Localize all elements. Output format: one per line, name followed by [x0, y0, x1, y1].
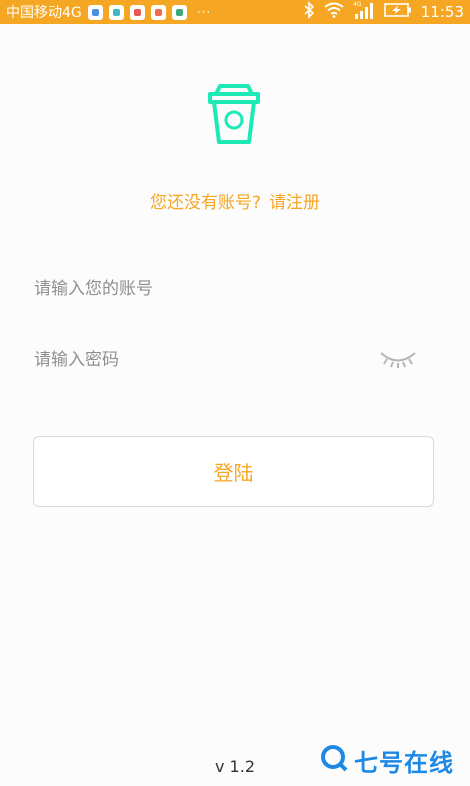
wifi-icon	[324, 2, 344, 22]
clock: 11:53	[420, 3, 464, 21]
notification-app-icon	[129, 4, 145, 20]
carrier-label: 中国移动4G	[6, 5, 82, 21]
battery-charging-icon	[383, 2, 412, 22]
signal-icon: 4G	[353, 1, 375, 23]
bluetooth-icon	[303, 1, 315, 23]
register-link[interactable]: 请注册	[269, 188, 320, 213]
app-logo	[204, 80, 264, 148]
app-version: v 1.2	[215, 757, 255, 776]
watermark-text: 七号在线	[354, 748, 454, 777]
network-type-badge: 4G	[353, 1, 362, 8]
notification-app-icon	[108, 4, 124, 20]
status-bar-right: 4G 11:53	[303, 1, 464, 23]
register-prompt-text: 您还没有账号?	[149, 193, 262, 213]
closed-eye-icon[interactable]	[378, 348, 418, 370]
status-bar-left: 中国移动4G ···	[6, 2, 211, 22]
more-notifications-indicator: ···	[196, 5, 212, 19]
register-prompt-row: 您还没有账号? 请注册	[0, 188, 470, 213]
status-bar: 中国移动4G ··· 4G 11:53	[0, 0, 470, 24]
notification-app-icon	[171, 4, 187, 20]
watermark: 七号在线	[320, 742, 454, 778]
notification-app-icon	[87, 4, 103, 20]
notification-app-icon	[150, 4, 166, 20]
watermark-logo-icon	[320, 744, 348, 776]
password-input[interactable]	[34, 343, 364, 377]
account-input[interactable]	[34, 272, 434, 306]
cup-logo-icon	[208, 84, 260, 144]
login-button[interactable]: 登陆	[33, 436, 434, 507]
